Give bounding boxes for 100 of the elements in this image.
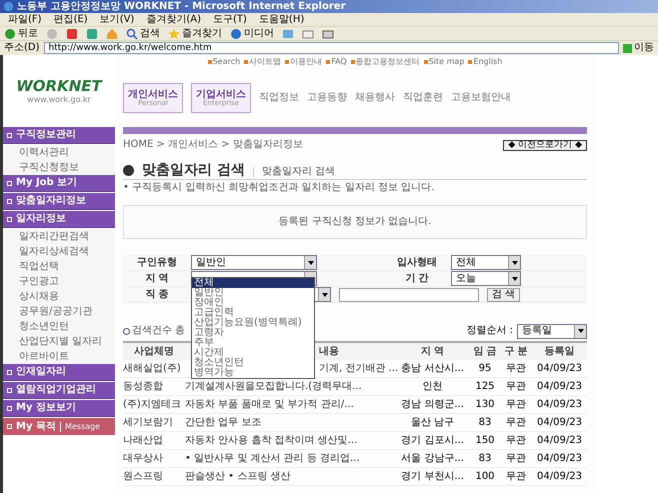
bullet-icon: [7, 424, 12, 429]
dropdown-option[interactable]: 산업기능요원(병역특례): [192, 318, 314, 328]
table-cell-text: 무관: [505, 472, 527, 482]
bullet-icon: [326, 60, 330, 64]
toolbar-button[interactable]: 뒤로: [4, 28, 38, 40]
top-link[interactable]: English: [473, 58, 502, 66]
form-label: 입사형태: [396, 258, 438, 268]
select-field[interactable]: 오늘: [451, 271, 521, 286]
search-button[interactable]: 검 색: [487, 288, 520, 302]
toolbar-button[interactable]: [66, 28, 78, 40]
menu-item[interactable]: 즐겨찾기(A): [146, 14, 201, 24]
dropdown-option[interactable]: 시간제: [192, 348, 314, 358]
sort-select[interactable]: 등록일: [517, 324, 587, 338]
sidebar-item[interactable]: 직업선택: [3, 259, 115, 274]
table-cell-text: 04/09/23: [536, 454, 583, 464]
bullet-icon: [208, 60, 212, 64]
address-label: 주소(D): [4, 43, 40, 53]
stop-icon: [66, 28, 78, 40]
form-label: 직 종: [144, 290, 170, 300]
table-cell-text: 서울 강남구...: [400, 454, 465, 464]
table-cell-text: 경남 의령군...: [400, 400, 465, 410]
back-button[interactable]: ◆ 이전으로가기 ◆: [503, 140, 587, 150]
sidebar-item[interactable]: 구인광고: [3, 274, 115, 289]
sidebar-item[interactable]: 이력서관리: [3, 145, 115, 160]
sidebar-section[interactable]: My 정보보기: [3, 400, 115, 417]
window-title: 노동부 고용안정정보망 WORKNET - Microsoft Internet Explorer: [17, 2, 346, 12]
sidebar-item[interactable]: 구직신청정보: [3, 160, 115, 175]
sidebar-section[interactable]: 일자리정보: [3, 211, 115, 228]
bullet-icon: [350, 60, 355, 64]
star-icon: [168, 28, 180, 40]
menu-item[interactable]: 파일(F): [8, 14, 42, 24]
toolbar-button[interactable]: [86, 28, 98, 40]
sidebar-item[interactable]: 상시채용: [3, 289, 115, 304]
toolbar-button[interactable]: [322, 28, 334, 40]
menu-item[interactable]: 보기(V): [100, 14, 134, 24]
dropdown-option[interactable]: 고급인력: [192, 308, 314, 318]
bullet-icon: [244, 60, 248, 64]
top-link[interactable]: FAQ: [331, 58, 347, 66]
bullet-icon: [285, 60, 290, 64]
menu-item[interactable]: 편집(E): [54, 14, 88, 24]
column-header: 사업체명: [133, 346, 175, 356]
nav-tab[interactable]: 채용행사: [355, 93, 395, 103]
sidebar-item[interactable]: 일자리간편검색: [3, 229, 115, 244]
select-field[interactable]: 일반인: [191, 255, 317, 270]
nav-tab[interactable]: 고용동향: [307, 93, 347, 103]
sidebar-item[interactable]: 아르바이트: [3, 349, 115, 364]
bullet-icon: [123, 165, 134, 176]
forward-icon: [46, 28, 58, 40]
table-cell-text: 100: [474, 472, 496, 482]
table-cell-text: 울산 남구: [410, 418, 456, 428]
go-button[interactable]: 이동: [623, 43, 654, 53]
table-cell-text: 95: [478, 364, 492, 374]
breadcrumb: HOME > 개인서비스 > 맞춤일자리정보: [123, 140, 303, 150]
dropdown-option[interactable]: 일반인: [192, 288, 314, 298]
sidebar-section[interactable]: 열람직업기업관리: [3, 382, 115, 399]
search-icon: [126, 28, 138, 40]
dropdown-option[interactable]: 청소년인턴: [192, 358, 314, 368]
notice-box: 등록된 구직신청 정보가 없습니다.: [123, 205, 587, 239]
top-link[interactable]: 이용안내: [290, 58, 322, 66]
top-link[interactable]: Search: [212, 58, 240, 66]
dropdown-option[interactable]: 주부: [192, 338, 314, 348]
menu-item[interactable]: 도움말(H): [258, 14, 304, 24]
sidebar-section[interactable]: My 목적 Message: [3, 418, 115, 435]
back-icon: [4, 28, 16, 40]
menu-item[interactable]: 도구(T): [213, 14, 247, 24]
table-cell-text: (주)지엠테크: [123, 400, 182, 410]
sidebar-section[interactable]: 구직정보관리: [3, 127, 115, 144]
table-cell-text: 83: [478, 454, 492, 464]
toolbar-button[interactable]: 즐겨찾기: [168, 28, 222, 40]
dropdown-option[interactable]: 장애인: [192, 298, 314, 308]
sidebar-section[interactable]: 인재일자리: [3, 364, 115, 381]
nav-tab[interactable]: 직업훈련: [403, 93, 443, 103]
top-link[interactable]: 종합고용정보센터: [356, 58, 420, 66]
table-cell-text: 04/09/23: [536, 472, 583, 482]
sidebar-item[interactable]: 청소년인턴: [3, 319, 115, 334]
bullet-icon: [7, 406, 12, 410]
sidebar-section[interactable]: 맞춤일자리정보: [3, 193, 115, 210]
dropdown-option[interactable]: 고령자: [192, 328, 314, 338]
nav-tab[interactable]: 직업정보: [259, 93, 299, 103]
nav-tab[interactable]: 고용보험안내: [451, 93, 511, 103]
logo-url: www.work.go.kr: [27, 96, 91, 104]
sidebar-section[interactable]: My Job 보기: [3, 175, 115, 192]
toolbar-button[interactable]: [302, 28, 314, 40]
sidebar-item[interactable]: 공무원/공공기관: [3, 304, 115, 319]
sidebar-item[interactable]: 일자리상세검색: [3, 244, 115, 259]
table-cell-text: 무관: [505, 400, 527, 410]
keyword-field[interactable]: [339, 288, 479, 302]
toolbar-button[interactable]: 미디어: [230, 28, 274, 40]
table-cell-text: 원스프링: [123, 472, 164, 482]
dropdown-option[interactable]: 병역가능: [192, 368, 314, 378]
top-link[interactable]: 사이트맵: [249, 58, 282, 66]
top-link[interactable]: Site map: [428, 58, 464, 66]
sidebar-item[interactable]: 산업단지별 일자리: [3, 334, 115, 349]
toolbar-button[interactable]: [282, 28, 294, 40]
table-cell-text: 세기보람기: [123, 418, 174, 428]
table-cell-text: 83: [478, 418, 492, 428]
dropdown-option[interactable]: 전체: [192, 278, 314, 288]
toolbar-button[interactable]: 검색: [126, 28, 160, 40]
select-field[interactable]: 전체: [451, 255, 521, 270]
address-field[interactable]: http://www.work.go.kr/welcome.htm: [44, 42, 619, 54]
